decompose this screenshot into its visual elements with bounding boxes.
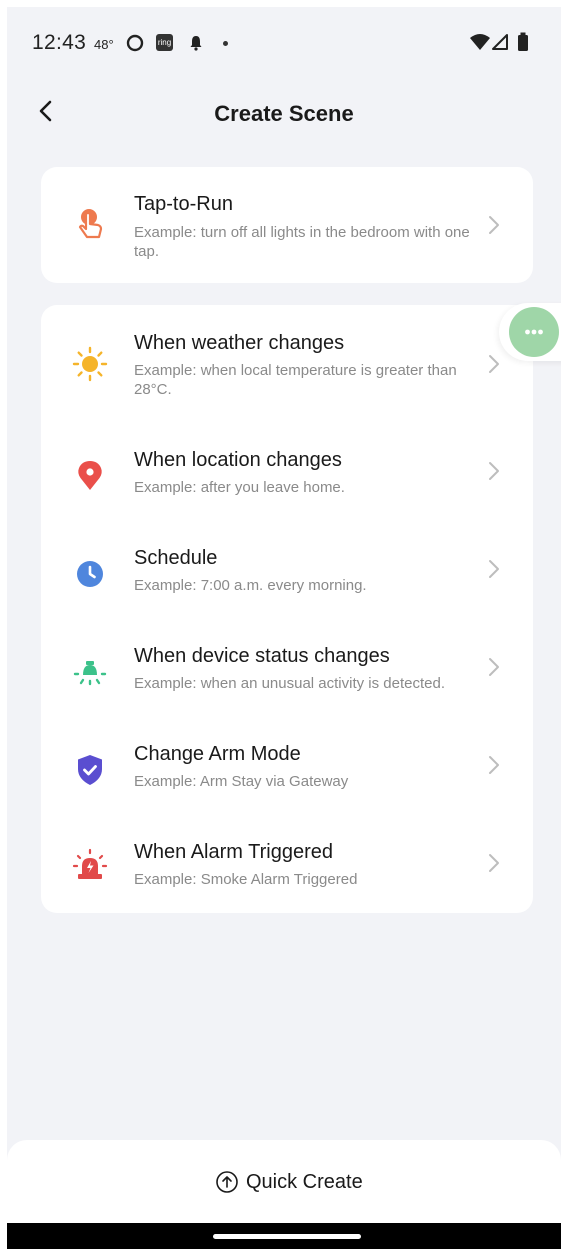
automation-item-title: Schedule (134, 547, 218, 569)
shield-check-icon (71, 751, 109, 789)
siren-icon (71, 847, 109, 885)
tap-to-run-description: Example: turn off all lights in the bedr… (134, 224, 470, 260)
chevron-right-icon (489, 216, 499, 234)
automation-item-title: When location changes (134, 449, 342, 471)
floating-more-button[interactable] (499, 303, 561, 361)
status-time: 12:43 (32, 31, 87, 54)
wifi-icon (469, 33, 491, 56)
chevron-right-icon (489, 560, 499, 578)
tap-to-run-card: Tap-to-Run Example: turn off all lights … (41, 167, 533, 283)
automation-item-title: When device status changes (134, 645, 390, 667)
automation-item-device-status[interactable]: When device status changes Example: when… (41, 619, 533, 717)
automation-item-weather[interactable]: When weather changes Example: when local… (41, 305, 533, 423)
automation-conditions-card: When weather changes Example: when local… (41, 305, 533, 913)
header: Create Scene (7, 79, 561, 151)
device-bulb-icon (71, 653, 109, 691)
tap-to-run-title: Tap-to-Run (134, 193, 233, 215)
automation-item-schedule[interactable]: Schedule Example: 7:00 a.m. every mornin… (41, 521, 533, 619)
hand-tap-icon (71, 205, 109, 243)
home-indicator[interactable] (213, 1234, 361, 1239)
chevron-right-icon (489, 854, 499, 872)
automation-item-title: When Alarm Triggered (134, 841, 333, 863)
chevron-right-icon (489, 462, 499, 480)
page-title: Create Scene (214, 101, 354, 126)
status-temperature: 48° (94, 37, 114, 52)
notification-bell-icon (188, 34, 204, 57)
status-more-dot (223, 41, 228, 46)
automation-item-arm-mode[interactable]: Change Arm Mode Example: Arm Stay via Ga… (41, 717, 533, 815)
automation-item-description: Example: 7:00 a.m. every morning. (134, 577, 367, 594)
ring-app-icon: ring (156, 34, 173, 51)
bottom-action-bar: Quick Create (7, 1140, 561, 1223)
clock-icon (71, 555, 109, 593)
chevron-right-icon (489, 756, 499, 774)
cellular-signal-icon (491, 33, 509, 56)
automation-item-description: Example: Smoke Alarm Triggered (134, 871, 358, 888)
chevron-right-icon (489, 658, 499, 676)
automation-item-description: Example: after you leave home. (134, 479, 345, 496)
tap-to-run-row[interactable]: Tap-to-Run Example: turn off all lights … (41, 167, 533, 283)
quick-create-label: Quick Create (246, 1171, 363, 1193)
sun-icon (71, 345, 109, 383)
automation-item-description: Example: when an unusual activity is det… (134, 675, 446, 692)
quick-create-button[interactable]: Quick Create (7, 1140, 561, 1223)
automation-item-description: Example: when local temperature is great… (134, 362, 457, 398)
battery-icon (517, 32, 529, 57)
chevron-right-icon (489, 355, 499, 373)
status-bar: 12:43 48° ring (7, 7, 561, 79)
system-navigation-bar (7, 1223, 561, 1249)
automation-item-title: Change Arm Mode (134, 743, 301, 765)
automation-item-alarm-triggered[interactable]: When Alarm Triggered Example: Smoke Alar… (41, 815, 533, 913)
automation-item-location[interactable]: When location changes Example: after you… (41, 423, 533, 521)
alexa-icon (126, 34, 144, 57)
automation-item-title: When weather changes (134, 332, 345, 354)
automation-item-description: Example: Arm Stay via Gateway (134, 773, 349, 790)
more-dots-icon (525, 329, 543, 335)
location-pin-icon (71, 457, 109, 495)
floating-button-circle (509, 307, 559, 357)
arrow-up-circle-icon (216, 1171, 238, 1193)
screen: 12:43 48° ring Create Scene Tap-to-Run E… (7, 7, 561, 1249)
